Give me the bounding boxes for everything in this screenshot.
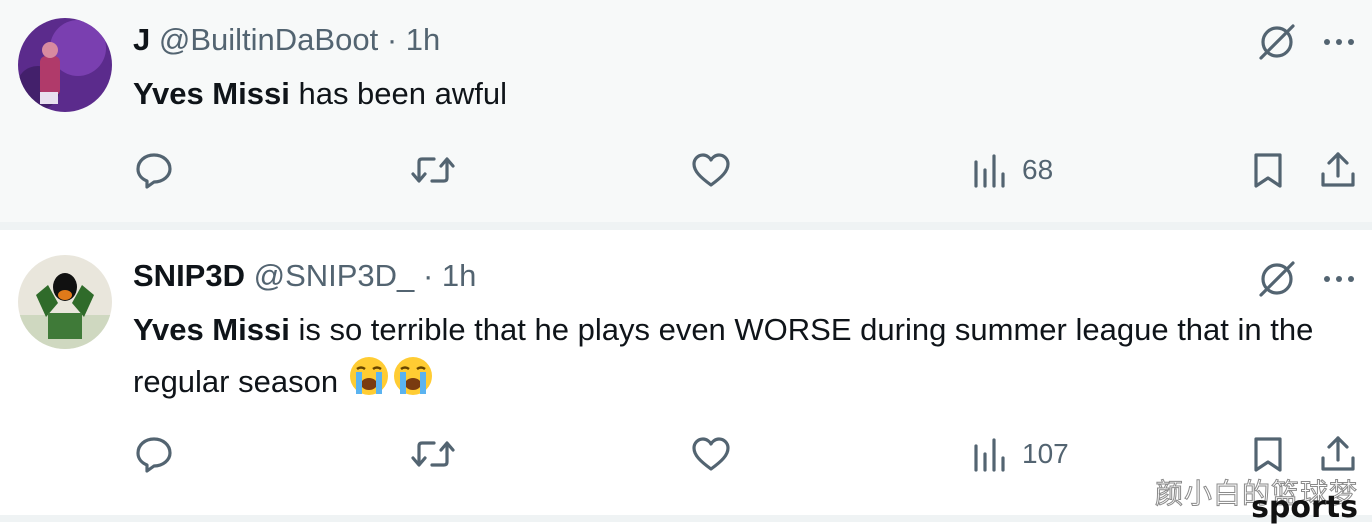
reply-icon: [136, 153, 172, 189]
more-dots-icon[interactable]: [1319, 20, 1359, 64]
views-icon: [974, 438, 1005, 472]
handle[interactable]: @SNIP3D_: [254, 258, 415, 293]
tweet-text: Yves Missi has been awful: [133, 70, 1348, 118]
views-icon: [974, 154, 1005, 188]
timestamp[interactable]: 1h: [442, 258, 476, 293]
crying-face-emoji: [391, 354, 435, 412]
bookmark-button[interactable]: [1248, 434, 1288, 474]
separator: ·: [386, 22, 398, 57]
divider: [0, 222, 1372, 230]
bookmark-icon: [1254, 153, 1282, 188]
divider: [0, 515, 1372, 522]
more-dots-icon[interactable]: [1319, 257, 1359, 301]
share-icon: [1321, 152, 1355, 187]
like-icon: [692, 153, 730, 187]
bookmark-button[interactable]: [1248, 150, 1288, 190]
tweet-text-rest: is so terrible that he plays even WORSE …: [133, 312, 1314, 399]
watermark-english: sports: [1251, 490, 1358, 525]
mention-bold: Yves Missi: [133, 312, 290, 347]
tweet-card-1[interactable]: J @BuiltinDaBoot · 1h Yves Missi has bee…: [0, 0, 1372, 222]
tweet-card-2[interactable]: SNIP3D @SNIP3D_ · 1h Yves Missi is so te…: [0, 230, 1372, 515]
views-count: 107: [1022, 438, 1069, 469]
tweet-top-icons: [1255, 20, 1365, 64]
tweet-header: J @BuiltinDaBoot · 1h: [133, 22, 440, 58]
grok-slash-icon[interactable]: [1255, 20, 1299, 64]
avatar[interactable]: [18, 18, 112, 112]
tweet-text: Yves Missi is so terrible that he plays …: [133, 306, 1348, 412]
like-button[interactable]: [690, 150, 732, 190]
handle[interactable]: @BuiltinDaBoot: [159, 22, 378, 57]
retweet-icon: [411, 157, 455, 183]
retweet-button[interactable]: [410, 150, 456, 190]
avatar-image: [18, 18, 112, 112]
reply-button[interactable]: [134, 150, 174, 190]
reply-button[interactable]: [134, 434, 174, 474]
share-button[interactable]: [1318, 434, 1358, 474]
watermark: 颜小白的篮球梦 sports: [1154, 477, 1358, 524]
grok-slash-icon[interactable]: [1255, 257, 1299, 301]
like-button[interactable]: [690, 434, 732, 474]
avatar[interactable]: [18, 255, 112, 349]
display-name[interactable]: SNIP3D: [133, 258, 245, 293]
share-icon: [1321, 436, 1355, 471]
tweet-text-rest: has been awful: [289, 76, 507, 111]
tweet-header: SNIP3D @SNIP3D_ · 1h: [133, 258, 476, 294]
separator: ·: [422, 258, 434, 293]
like-icon: [692, 437, 730, 471]
views-button[interactable]: 68: [970, 150, 1053, 190]
share-button[interactable]: [1318, 150, 1358, 190]
views-button[interactable]: 107: [970, 434, 1069, 474]
views-count: 68: [1022, 154, 1054, 185]
retweet-button[interactable]: [410, 434, 456, 474]
display-name[interactable]: J: [133, 22, 150, 57]
avatar-image: [18, 255, 112, 349]
tweet-top-icons: [1255, 257, 1365, 301]
retweet-icon: [411, 441, 455, 467]
crying-face-emoji: [347, 354, 391, 412]
mention-bold: Yves Missi: [133, 76, 290, 111]
reply-icon: [136, 437, 172, 473]
bookmark-icon: [1254, 437, 1282, 472]
timestamp[interactable]: 1h: [406, 22, 440, 57]
